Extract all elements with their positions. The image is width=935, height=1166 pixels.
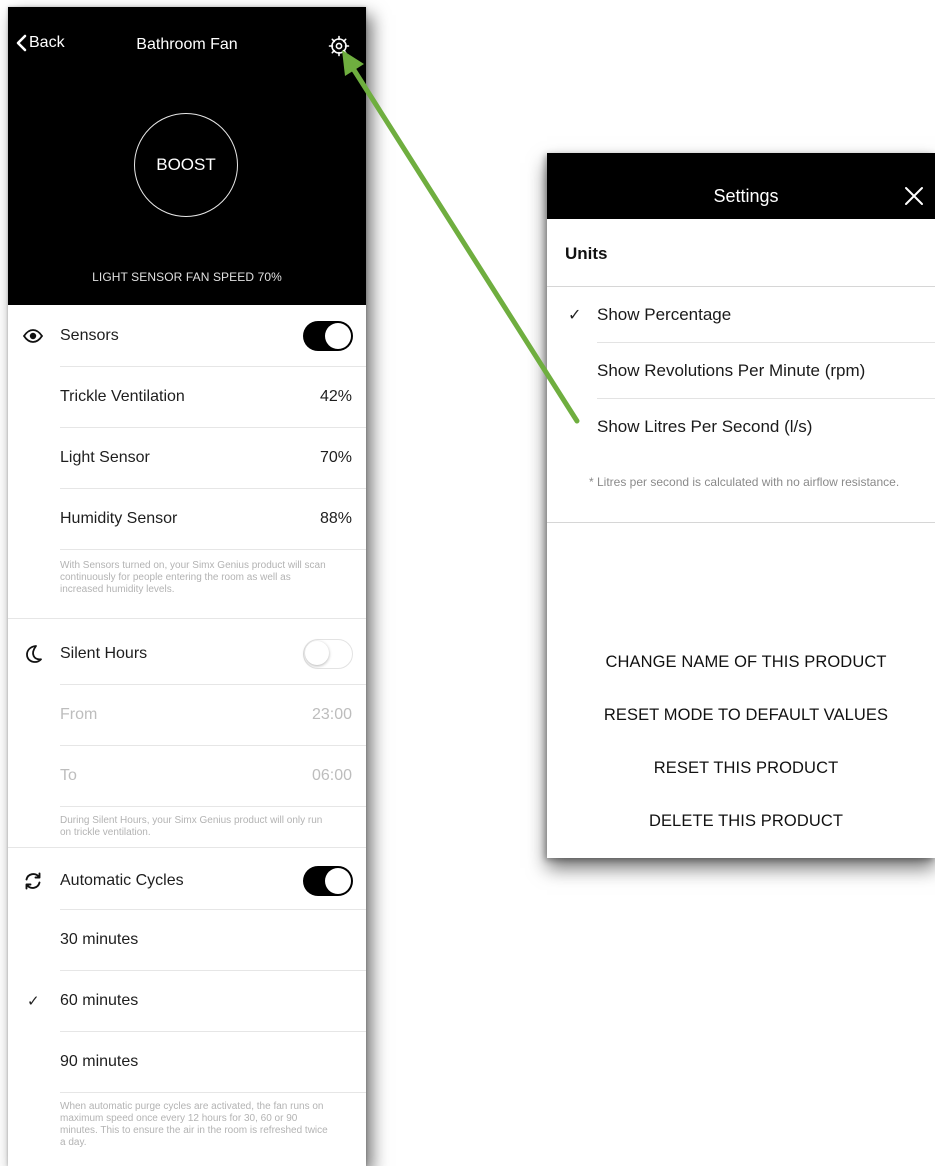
divider <box>60 549 366 550</box>
moon-icon <box>26 644 42 663</box>
sensors-note: With Sensors turned on, your Simx Genius… <box>60 560 326 595</box>
sensor-item-light: Light Sensor 70% <box>8 427 366 488</box>
sensor-item-value: 88% <box>319 509 352 527</box>
automatic-cycles-toggle[interactable] <box>303 865 353 896</box>
automatic-cycles-note: When automatic purge cycles are activate… <box>60 1101 328 1148</box>
delete-product-button[interactable]: DELETE THIS PRODUCT <box>547 812 935 831</box>
to-value: 06:00 <box>311 766 352 784</box>
cycle-option-label: 60 minutes <box>60 991 139 1009</box>
change-name-button[interactable]: CHANGE NAME OF THIS PRODUCT <box>547 653 935 672</box>
automatic-cycles-row: Automatic Cycles <box>8 850 366 911</box>
settings-panel: Settings Units ✓ Show Percentage Show Re… <box>547 153 935 858</box>
divider <box>60 1092 366 1093</box>
divider <box>8 618 366 619</box>
unit-option-litres[interactable]: Show Litres Per Second (l/s) <box>597 417 812 437</box>
unit-option-percentage[interactable]: Show Percentage <box>597 305 731 325</box>
from-value: 23:00 <box>311 705 352 723</box>
sensors-label: Sensors <box>60 326 119 344</box>
sensor-item-label: Light Sensor <box>60 448 150 466</box>
divider <box>547 522 935 523</box>
boost-label: BOOST <box>156 155 216 174</box>
silent-hours-note: During Silent Hours, your Simx Genius pr… <box>60 815 323 838</box>
reset-mode-button[interactable]: RESET MODE TO DEFAULT VALUES <box>547 706 935 725</box>
divider <box>60 806 366 807</box>
cycle-option-label: 90 minutes <box>60 1052 139 1070</box>
divider <box>597 398 935 399</box>
sensor-item-label: Trickle Ventilation <box>60 387 185 405</box>
close-icon[interactable] <box>904 186 924 206</box>
silent-hours-label: Silent Hours <box>60 644 148 662</box>
sensor-item-trickle: Trickle Ventilation 42% <box>8 366 366 427</box>
units-note: * Litres per second is calculated with n… <box>589 475 900 489</box>
sensor-item-label: Humidity Sensor <box>60 509 178 527</box>
sensors-toggle[interactable] <box>303 320 353 351</box>
to-label: To <box>60 766 77 784</box>
automatic-cycles-label: Automatic Cycles <box>60 871 184 889</box>
cycle-option-60[interactable]: ✓ 60 minutes <box>8 970 366 1031</box>
cycle-option-30[interactable]: 30 minutes <box>8 909 366 970</box>
settings-title: Settings <box>713 186 779 206</box>
fan-speed-status: LIGHT SENSOR FAN SPEED 70% <box>92 270 282 284</box>
page-title: Bathroom Fan <box>136 36 238 53</box>
silent-hours-to[interactable]: To 06:00 <box>8 745 366 806</box>
boost-button[interactable]: BOOST <box>134 113 238 217</box>
eye-icon <box>22 328 44 343</box>
units-heading: Units <box>565 244 608 263</box>
settings-header: Settings <box>547 153 935 219</box>
sensors-row: Sensors <box>8 305 366 366</box>
reset-product-button[interactable]: RESET THIS PRODUCT <box>547 759 935 778</box>
divider <box>547 286 935 287</box>
checkmark-icon: ✓ <box>27 992 40 1010</box>
divider <box>8 847 366 848</box>
cycle-option-90[interactable]: 90 minutes <box>8 1031 366 1092</box>
cycle-icon <box>25 872 41 889</box>
cycle-option-label: 30 minutes <box>60 930 139 948</box>
sensor-item-humidity: Humidity Sensor 88% <box>8 488 366 549</box>
unit-option-rpm[interactable]: Show Revolutions Per Minute (rpm) <box>597 361 865 381</box>
gear-icon[interactable] <box>327 34 351 58</box>
divider <box>597 342 935 343</box>
from-label: From <box>60 705 98 723</box>
sensor-item-value: 70% <box>319 448 352 466</box>
checkmark-icon: ✓ <box>568 307 582 324</box>
silent-hours-row: Silent Hours <box>8 623 366 684</box>
sensor-item-value: 42% <box>319 387 352 405</box>
phone-screen: Back Bathroom Fan BOOST LIGHT SENSOR FAN… <box>8 7 366 1166</box>
hero-header: Back Bathroom Fan BOOST LIGHT SENSOR FAN… <box>8 7 366 305</box>
silent-hours-toggle[interactable] <box>303 638 353 669</box>
silent-hours-from[interactable]: From 23:00 <box>8 684 366 745</box>
